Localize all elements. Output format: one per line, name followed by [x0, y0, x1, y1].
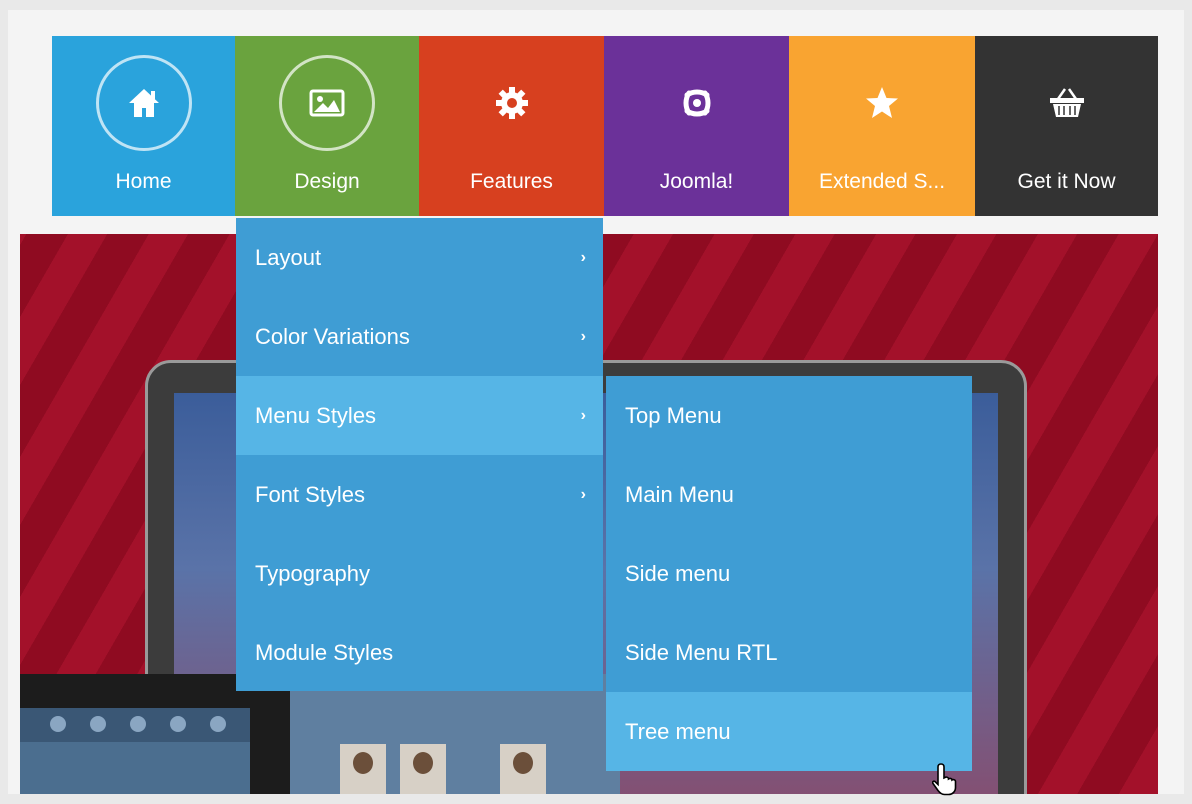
- nav-item-label: Joomla!: [659, 170, 734, 193]
- nav-item-extended[interactable]: Extended S...: [789, 36, 975, 216]
- gear-icon: [489, 80, 535, 126]
- menu-item-color-variations[interactable]: Color Variations ›: [236, 297, 603, 376]
- menu-item-label: Tree menu: [625, 718, 731, 744]
- chevron-right-icon: ›: [580, 406, 586, 424]
- menu-item-menu-styles[interactable]: Menu Styles ›: [236, 376, 603, 455]
- nav-item-label: Get it Now: [1017, 170, 1116, 193]
- design-dropdown: Layout › Color Variations › Menu Styles …: [236, 218, 603, 691]
- nav-item-label: Home: [115, 170, 172, 193]
- main-nav: Home Design Features Joomla! Extended S.…: [52, 36, 1158, 216]
- nav-item-home[interactable]: Home: [52, 36, 235, 216]
- tablet-image: [20, 674, 295, 794]
- menu-item-label: Color Variations: [255, 323, 410, 349]
- menu-item-font-styles[interactable]: Font Styles ›: [236, 455, 603, 534]
- menu-item-module-styles[interactable]: Module Styles: [236, 613, 603, 692]
- menu-item-layout[interactable]: Layout ›: [236, 218, 603, 297]
- hand-cursor-icon: [931, 762, 962, 801]
- nav-item-features[interactable]: Features: [419, 36, 604, 216]
- photo-collage-image: [290, 674, 620, 794]
- chevron-right-icon: ›: [580, 485, 586, 503]
- nav-item-label: Extended S...: [818, 170, 946, 193]
- menu-styles-submenu: Top Menu Main Menu Side menu Side Menu R…: [606, 376, 972, 771]
- menu-item-label: Module Styles: [255, 639, 394, 665]
- menu-item-main-menu[interactable]: Main Menu: [606, 455, 972, 534]
- joomla-icon: [674, 80, 720, 126]
- nav-item-get-it-now[interactable]: Get it Now: [975, 36, 1158, 216]
- menu-item-label: Layout: [255, 244, 322, 270]
- menu-item-side-menu[interactable]: Side menu: [606, 534, 972, 613]
- image-icon: [304, 80, 350, 126]
- nav-item-joomla[interactable]: Joomla!: [604, 36, 789, 216]
- chevron-right-icon: ›: [580, 248, 586, 266]
- menu-item-label: Typography: [255, 560, 370, 586]
- menu-item-label: Top Menu: [625, 402, 722, 428]
- menu-item-label: Side menu: [625, 560, 731, 586]
- nav-item-label: Design: [294, 170, 360, 193]
- menu-item-label: Side Menu RTL: [625, 639, 778, 665]
- chevron-right-icon: ›: [580, 327, 586, 345]
- menu-item-side-menu-rtl[interactable]: Side Menu RTL: [606, 613, 972, 692]
- menu-item-top-menu[interactable]: Top Menu: [606, 376, 972, 455]
- basket-icon: [1044, 80, 1090, 126]
- menu-item-tree-menu[interactable]: Tree menu: [606, 692, 972, 771]
- menu-item-label: Font Styles: [255, 481, 366, 507]
- nav-item-label: Features: [470, 170, 553, 193]
- menu-item-label: Menu Styles: [255, 402, 377, 428]
- nav-item-design[interactable]: Design: [235, 36, 419, 216]
- home-icon: [121, 80, 167, 126]
- menu-item-label: Main Menu: [625, 481, 734, 507]
- star-icon: [859, 80, 905, 126]
- menu-item-typography[interactable]: Typography: [236, 534, 603, 613]
